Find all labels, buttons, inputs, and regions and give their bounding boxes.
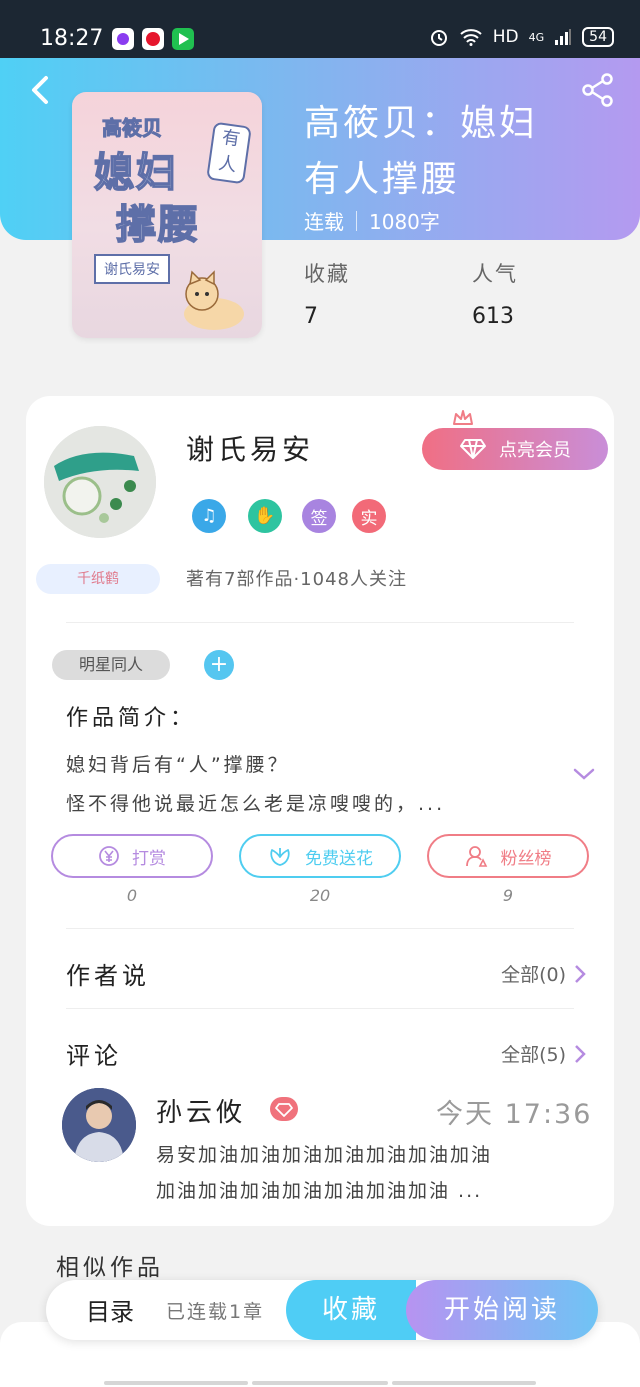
wifi-icon bbox=[460, 29, 482, 46]
app-notification-icon bbox=[112, 28, 134, 50]
favorites-label: 收藏 bbox=[304, 262, 350, 286]
author-says-heading: 作者说 bbox=[66, 962, 150, 990]
network-type: HD bbox=[492, 27, 519, 47]
yuan-icon bbox=[98, 845, 120, 867]
action-label: 粉丝榜 bbox=[500, 848, 552, 869]
popularity-count: 613 bbox=[472, 304, 514, 329]
divider bbox=[66, 622, 574, 623]
alarm-icon bbox=[430, 30, 447, 46]
book-meta: 连载 1080字 bbox=[304, 206, 440, 235]
sign-medal-icon[interactable]: 签 bbox=[302, 499, 336, 533]
book-cover[interactable]: 高筱贝 媳妇 撑腰 有人 谢氏易安 bbox=[72, 92, 262, 338]
cover-text: 媳妇 bbox=[93, 149, 178, 197]
chevron-right-icon bbox=[575, 1044, 586, 1063]
status-bar: 18:27 HD 4G 54 bbox=[0, 0, 640, 58]
comment-text: 加油加油加油加油加油加油加油 ... bbox=[156, 1180, 483, 1202]
intro-text: 媳妇背后有“人”撑腰？ bbox=[66, 754, 290, 776]
battery-level: 54 bbox=[582, 27, 614, 47]
commenter-avatar[interactable] bbox=[62, 1088, 136, 1162]
author-works-info: 著有7部作品·1048人关注 bbox=[186, 569, 407, 590]
similar-works-heading: 相似作品 bbox=[56, 1255, 164, 1281]
comments-all-label: 全部(5) bbox=[501, 1044, 566, 1066]
diamond-icon bbox=[460, 439, 486, 459]
vip-diamond-icon bbox=[270, 1097, 298, 1121]
signal-label: 4G bbox=[528, 30, 545, 44]
comments-heading: 评论 bbox=[66, 1042, 122, 1070]
video-notification-icon bbox=[172, 28, 194, 50]
action-count: 0 bbox=[126, 886, 138, 905]
scroll-indicator bbox=[252, 1381, 388, 1385]
action-label: 免费送花 bbox=[305, 848, 373, 869]
comments-all-link[interactable]: 全部(5) bbox=[501, 1040, 586, 1067]
status-time: 18:27 bbox=[40, 26, 104, 51]
start-reading-button[interactable]: 开始阅读 bbox=[406, 1280, 598, 1340]
music-medal-icon[interactable]: ♫ bbox=[192, 499, 226, 533]
status-indicators: HD 4G 54 bbox=[429, 27, 614, 47]
cover-text: 高筱贝 bbox=[102, 116, 163, 141]
commenter-name[interactable]: 孙云攸 bbox=[156, 1092, 246, 1129]
author-says-all-link[interactable]: 全部(0) bbox=[501, 960, 586, 987]
chapter-count: 已连载1章 bbox=[166, 1301, 265, 1323]
signal-icon bbox=[555, 29, 572, 45]
cat-illustration bbox=[184, 270, 244, 330]
book-title-line: 有人撑腰 bbox=[304, 159, 461, 200]
back-icon[interactable] bbox=[22, 70, 62, 110]
author-name[interactable]: 谢氏易安 bbox=[186, 428, 314, 468]
diamond-icon bbox=[275, 1103, 293, 1117]
book-status: 连载 bbox=[304, 210, 344, 234]
genre-tag[interactable]: 明星同人 bbox=[52, 650, 170, 680]
action-label: 打赏 bbox=[132, 848, 166, 869]
table-of-contents-button[interactable]: 目录 bbox=[86, 1292, 134, 1327]
activate-vip-button[interactable]: 点亮会员 bbox=[422, 428, 608, 470]
jade-tassel-image bbox=[44, 426, 156, 538]
vip-label: 点亮会员 bbox=[499, 440, 571, 461]
comment-text: 易安加油加油加油加油加油加油加油 bbox=[156, 1144, 493, 1166]
author-says-all-label: 全部(0) bbox=[501, 964, 566, 986]
author-avatar[interactable] bbox=[44, 426, 156, 538]
cover-author: 谢氏易安 bbox=[94, 254, 170, 284]
weibo-notification-icon bbox=[142, 28, 164, 50]
person-photo bbox=[62, 1088, 136, 1162]
action-count: 9 bbox=[502, 886, 514, 905]
cover-badge: 有人 bbox=[206, 121, 252, 185]
book-title: 高筱贝：媳妇 有人撑腰 bbox=[304, 96, 594, 208]
book-title-line: 高筱贝：媳妇 bbox=[304, 103, 539, 144]
verified-medal-icon[interactable]: 实 bbox=[352, 499, 386, 533]
fan-ranking-button[interactable]: 粉丝榜 bbox=[427, 834, 589, 878]
crown-icon bbox=[453, 410, 473, 425]
action-count: 20 bbox=[309, 886, 331, 905]
scroll-indicator bbox=[104, 1381, 248, 1385]
expand-chevron-icon[interactable] bbox=[572, 764, 596, 784]
word-count: 1080字 bbox=[369, 210, 440, 234]
flower-icon bbox=[267, 845, 293, 867]
chevron-right-icon bbox=[575, 964, 586, 983]
fan-icon bbox=[465, 844, 489, 868]
reward-button[interactable]: 打赏 bbox=[51, 834, 213, 878]
handshake-medal-icon[interactable]: ✋ bbox=[248, 499, 282, 533]
intro-text: 怪不得他说最近怎么老是凉嗖嗖的，... bbox=[66, 793, 446, 815]
comment-time: 今天 17:36 bbox=[436, 1099, 593, 1130]
popularity-label: 人气 bbox=[472, 262, 518, 286]
send-flower-button[interactable]: 免费送花 bbox=[239, 834, 401, 878]
intro-heading: 作品简介： bbox=[66, 706, 197, 731]
add-tag-button[interactable]: + bbox=[204, 650, 234, 680]
scroll-indicator bbox=[392, 1381, 536, 1385]
favorites-count: 7 bbox=[304, 304, 318, 329]
divider bbox=[66, 1008, 574, 1009]
cover-text: 撑腰 bbox=[115, 201, 200, 249]
meta-divider bbox=[356, 210, 357, 231]
paper-crane-badge: 千纸鹤 bbox=[36, 564, 160, 594]
add-to-favorites-button[interactable]: 收藏 bbox=[286, 1280, 416, 1340]
divider bbox=[66, 928, 574, 929]
